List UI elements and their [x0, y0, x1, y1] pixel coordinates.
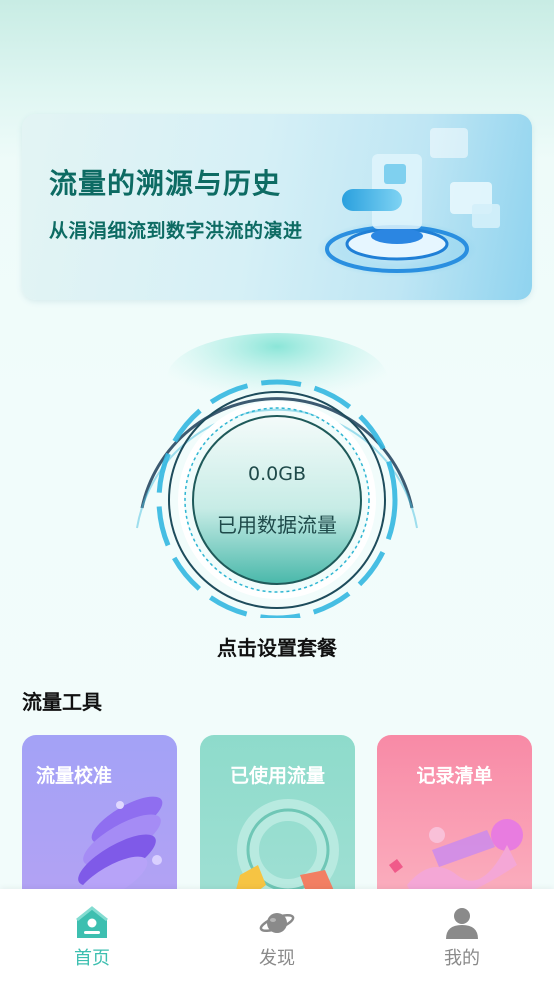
tool-card-used[interactable]: 已使用流量: [200, 735, 355, 910]
tools-section-title: 流量工具: [22, 690, 102, 714]
card-label: 流量校准: [36, 765, 113, 787]
tab-home[interactable]: 首页: [32, 889, 152, 984]
usage-label: 已用数据流量: [217, 512, 337, 537]
tab-discover-label: 发现: [259, 948, 295, 969]
tab-discover[interactable]: 发现: [217, 889, 337, 984]
promo-banner[interactable]: 流量的溯源与历史 从涓涓细流到数字洪流的演进: [22, 114, 532, 300]
gauge-center: 0.0GB 已用数据流量: [195, 418, 359, 582]
planet-icon: [259, 913, 295, 933]
tab-mine[interactable]: 我的: [402, 889, 522, 984]
tool-card-calibrate[interactable]: 流量校准: [22, 735, 177, 910]
card-label: 已使用流量: [229, 765, 325, 787]
user-icon: [446, 908, 478, 939]
banner-illustration: [317, 128, 500, 277]
tab-home-label: 首页: [74, 948, 110, 969]
banner-subtitle: 从涓涓细流到数字洪流的演进: [49, 220, 303, 242]
home-icon: [76, 906, 108, 938]
data-usage-gauge[interactable]: 0.0GB 已用数据流量: [112, 318, 442, 621]
set-plan-button[interactable]: 点击设置套餐: [0, 632, 554, 661]
usage-value: 0.0GB: [248, 462, 306, 485]
bottom-tab-bar: 首页 发现 我的: [0, 889, 554, 984]
tool-card-records[interactable]: 记录清单: [377, 735, 532, 910]
tab-mine-label: 我的: [444, 948, 480, 969]
card-label: 记录清单: [416, 765, 493, 787]
banner-title: 流量的溯源与历史: [49, 167, 282, 200]
